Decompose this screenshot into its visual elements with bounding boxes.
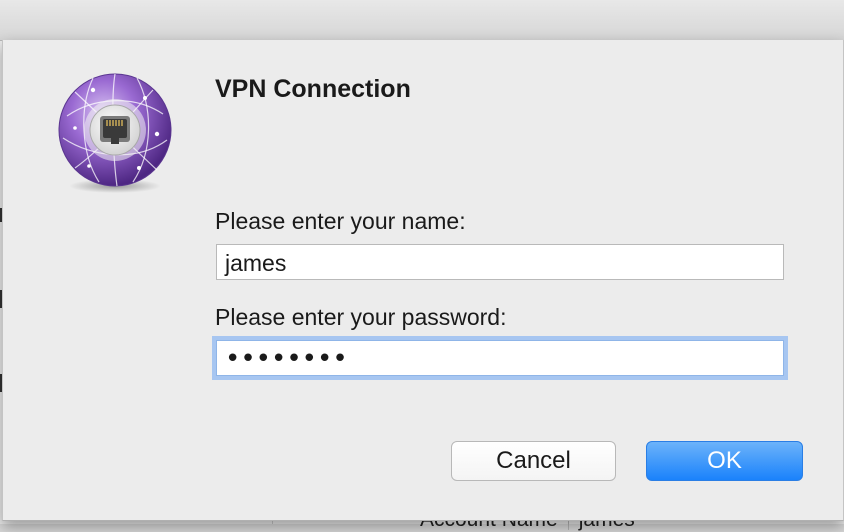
name-field-label: Please enter your name:	[215, 208, 466, 234]
ok-button[interactable]: OK	[646, 441, 803, 481]
name-field-value: james	[225, 250, 287, 276]
password-field-label: Please enter your password:	[215, 304, 507, 330]
vpn-network-icon	[58, 73, 172, 193]
background-titlebar	[0, 0, 844, 41]
dialog-title: VPN Connection	[215, 75, 411, 103]
password-field-value: ••••••••	[225, 344, 348, 374]
password-field[interactable]: ••••••••	[216, 340, 784, 376]
vpn-connection-dialog: VPN Connection Please enter your name: j…	[2, 40, 844, 521]
cancel-button[interactable]: Cancel	[451, 441, 616, 481]
name-field[interactable]: james	[216, 244, 784, 280]
